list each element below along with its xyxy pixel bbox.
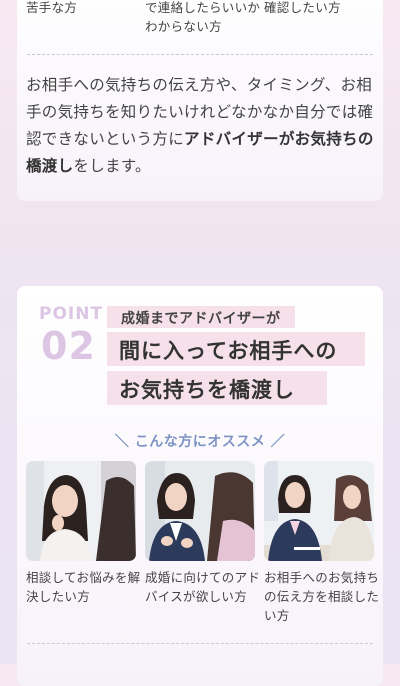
case-caption: で連絡したらいいか わからない方 bbox=[145, 0, 261, 34]
consultation-photo bbox=[145, 461, 255, 561]
description-text-end: をします。 bbox=[73, 157, 151, 175]
meeting-photo bbox=[264, 461, 374, 561]
point-description: お相手への気持ちの伝え方や、タイミング、お相手の気持ちを知りたいけれどなかなか自… bbox=[26, 72, 376, 180]
case-caption: 苦手な方 bbox=[26, 0, 78, 15]
divider bbox=[27, 54, 373, 55]
woman-thinking-photo bbox=[26, 461, 136, 561]
case-caption: 確認したい方 bbox=[264, 0, 341, 15]
case-caption: お相手へのお気持ちの伝え方を相談したい方 bbox=[264, 570, 380, 623]
point-label: POINT bbox=[39, 304, 104, 324]
point-02-card: POINT 02 成婚までアドバイザーが 間に入ってお相手への お気持ちを橋渡し… bbox=[17, 286, 383, 686]
point-title-line-1: 間に入ってお相手への bbox=[119, 339, 338, 363]
point-number: 02 bbox=[41, 324, 96, 368]
case-caption: 相談してお悩みを解決したい方 bbox=[26, 570, 141, 604]
divider bbox=[27, 643, 373, 644]
point-title-line-2: お気持ちを橋渡し bbox=[119, 378, 295, 402]
case-caption: 成婚に向けてのアドバイスが欲しい方 bbox=[145, 570, 261, 604]
recommend-card-01: 苦手な方 で連絡したらいいか わからない方 確認したい方 お相手への気持ちの伝え… bbox=[17, 0, 383, 201]
point-subtitle: 成婚までアドバイザーが bbox=[121, 311, 281, 327]
recommend-heading: ＼ こんな方にオススメ ／ bbox=[114, 434, 286, 450]
